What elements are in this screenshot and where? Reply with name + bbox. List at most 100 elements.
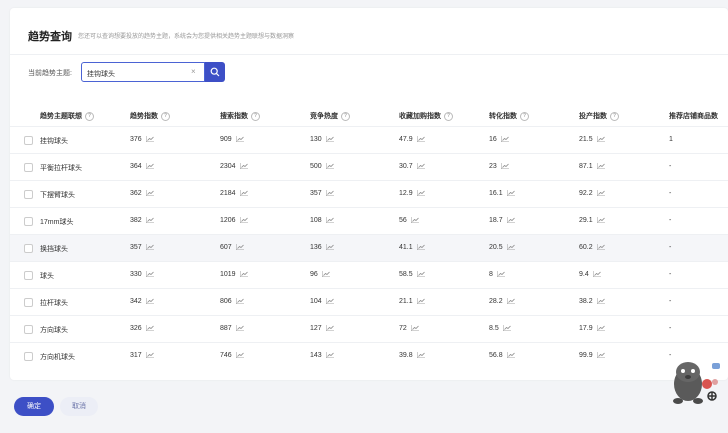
confirm-button[interactable]: 确定 bbox=[14, 397, 54, 416]
column-header-trend-index: 趋势指数? bbox=[130, 111, 170, 121]
trend-chart-icon[interactable] bbox=[596, 325, 605, 332]
row-checkbox[interactable] bbox=[24, 298, 33, 307]
search-index-cell: 909 bbox=[220, 136, 244, 143]
column-header-label: 竞争热度 bbox=[310, 113, 338, 120]
trend-chart-icon[interactable] bbox=[239, 190, 248, 197]
row-checkbox[interactable] bbox=[24, 217, 33, 226]
trend-chart-icon[interactable] bbox=[416, 244, 425, 251]
trend-chart-icon[interactable] bbox=[416, 271, 425, 278]
trend-chart-icon[interactable] bbox=[502, 325, 511, 332]
trend-chart-icon[interactable] bbox=[239, 217, 248, 224]
trend-chart-icon[interactable] bbox=[500, 136, 509, 143]
trend-chart-icon[interactable] bbox=[416, 298, 425, 305]
trend-chart-icon[interactable] bbox=[235, 136, 244, 143]
row-checkbox[interactable] bbox=[24, 163, 33, 172]
search-button[interactable] bbox=[205, 62, 225, 82]
trend-chart-icon[interactable] bbox=[596, 244, 605, 251]
table-row[interactable]: 挂钩球头 376 909 130 47.9 16 21.5 1 bbox=[10, 126, 728, 154]
trend-chart-icon[interactable] bbox=[145, 190, 154, 197]
trend-chart-icon[interactable] bbox=[596, 298, 605, 305]
help-icon[interactable]: ? bbox=[85, 111, 94, 121]
trend-chart-icon[interactable] bbox=[506, 352, 515, 359]
trend-chart-icon[interactable] bbox=[325, 190, 334, 197]
trend-chart-icon[interactable] bbox=[416, 163, 425, 170]
trend-chart-icon[interactable] bbox=[596, 136, 605, 143]
help-icon[interactable]: ? bbox=[161, 111, 170, 121]
trend-chart-icon[interactable] bbox=[325, 217, 334, 224]
help-icon[interactable]: ? bbox=[341, 111, 350, 121]
trend-chart-icon[interactable] bbox=[592, 271, 601, 278]
trend-chart-icon[interactable] bbox=[145, 352, 154, 359]
trend-chart-icon[interactable] bbox=[239, 271, 248, 278]
trend-chart-icon[interactable] bbox=[496, 271, 505, 278]
row-checkbox[interactable] bbox=[24, 136, 33, 145]
trend-chart-icon[interactable] bbox=[596, 217, 605, 224]
table-row[interactable]: 方向球头 326 887 127 72 8.5 17.9 - bbox=[10, 315, 728, 343]
trend-chart-icon[interactable] bbox=[145, 271, 154, 278]
trend-chart-icon[interactable] bbox=[500, 163, 509, 170]
trend-index-cell: 357 bbox=[130, 244, 154, 251]
trend-chart-icon[interactable] bbox=[145, 325, 154, 332]
trend-chart-icon[interactable] bbox=[235, 325, 244, 332]
trend-chart-icon[interactable] bbox=[506, 244, 515, 251]
trend-chart-icon[interactable] bbox=[325, 163, 334, 170]
table-row[interactable]: 方向机球头 317 746 143 39.8 56.8 99.9 - bbox=[10, 342, 728, 370]
trend-chart-icon[interactable] bbox=[410, 217, 419, 224]
trend-index-cell: 362 bbox=[130, 190, 154, 197]
clear-icon[interactable]: × bbox=[191, 67, 196, 76]
trend-chart-icon[interactable] bbox=[235, 352, 244, 359]
table-row[interactable]: 球头 330 1019 96 58.5 8 9.4 - bbox=[10, 261, 728, 289]
trend-chart-icon[interactable] bbox=[506, 298, 515, 305]
roi-index-cell: 9.4 bbox=[579, 271, 601, 278]
search-index-cell: 806 bbox=[220, 298, 244, 305]
competition-cell: 357 bbox=[310, 190, 334, 197]
trend-chart-icon[interactable] bbox=[410, 325, 419, 332]
search-index-cell: 1206 bbox=[220, 217, 248, 224]
row-checkbox[interactable] bbox=[24, 325, 33, 334]
trend-chart-icon[interactable] bbox=[325, 244, 334, 251]
trend-chart-icon[interactable] bbox=[145, 136, 154, 143]
table-row[interactable]: 平衡拉杆球头 364 2304 500 30.7 23 87.1 - bbox=[10, 153, 728, 181]
search-input[interactable]: 挂钩球头 × bbox=[81, 62, 205, 82]
trend-chart-icon[interactable] bbox=[325, 136, 334, 143]
table-row[interactable]: 拉杆球头 342 806 104 21.1 28.2 38.2 - bbox=[10, 288, 728, 316]
trend-chart-icon[interactable] bbox=[416, 352, 425, 359]
search-input-value: 挂钩球头 bbox=[87, 71, 115, 78]
mascot-sticker-icon[interactable] bbox=[666, 354, 728, 410]
column-header-label: 收藏加购指数 bbox=[399, 113, 441, 120]
row-checkbox[interactable] bbox=[24, 271, 33, 280]
trend-chart-icon[interactable] bbox=[325, 325, 334, 332]
trend-chart-icon[interactable] bbox=[596, 352, 605, 359]
help-icon[interactable]: ? bbox=[610, 111, 619, 121]
trend-chart-icon[interactable] bbox=[596, 163, 605, 170]
trend-chart-icon[interactable] bbox=[325, 298, 334, 305]
trend-chart-icon[interactable] bbox=[239, 163, 248, 170]
table-row[interactable]: 17mm球头 382 1206 108 56 18.7 29.1 - bbox=[10, 207, 728, 235]
trend-chart-icon[interactable] bbox=[235, 244, 244, 251]
help-icon[interactable]: ? bbox=[520, 111, 529, 121]
trend-chart-icon[interactable] bbox=[325, 352, 334, 359]
table-row[interactable]: 下摆臂球头 362 2184 357 12.9 16.1 92.2 - bbox=[10, 180, 728, 208]
help-icon[interactable]: ? bbox=[444, 111, 453, 121]
trend-chart-icon[interactable] bbox=[596, 190, 605, 197]
trend-chart-icon[interactable] bbox=[145, 298, 154, 305]
trend-chart-icon[interactable] bbox=[506, 190, 515, 197]
competition-cell: 130 bbox=[310, 136, 334, 143]
trend-chart-icon[interactable] bbox=[416, 190, 425, 197]
search-index-cell: 607 bbox=[220, 244, 244, 251]
row-checkbox[interactable] bbox=[24, 244, 33, 253]
row-checkbox[interactable] bbox=[24, 352, 33, 361]
cancel-button[interactable]: 取消 bbox=[60, 397, 98, 416]
column-header-topic: 趋势主题联想? bbox=[40, 111, 94, 121]
trend-chart-icon[interactable] bbox=[235, 298, 244, 305]
trend-chart-icon[interactable] bbox=[416, 136, 425, 143]
trend-chart-icon[interactable] bbox=[321, 271, 330, 278]
trend-chart-icon[interactable] bbox=[145, 244, 154, 251]
row-checkbox[interactable] bbox=[24, 190, 33, 199]
table-row[interactable]: 换挡球头 357 607 136 41.1 20.5 60.2 - bbox=[10, 234, 728, 262]
trend-chart-icon[interactable] bbox=[145, 217, 154, 224]
trend-chart-icon[interactable] bbox=[506, 217, 515, 224]
column-header-label: 转化指数 bbox=[489, 113, 517, 120]
help-icon[interactable]: ? bbox=[251, 111, 260, 121]
trend-chart-icon[interactable] bbox=[145, 163, 154, 170]
